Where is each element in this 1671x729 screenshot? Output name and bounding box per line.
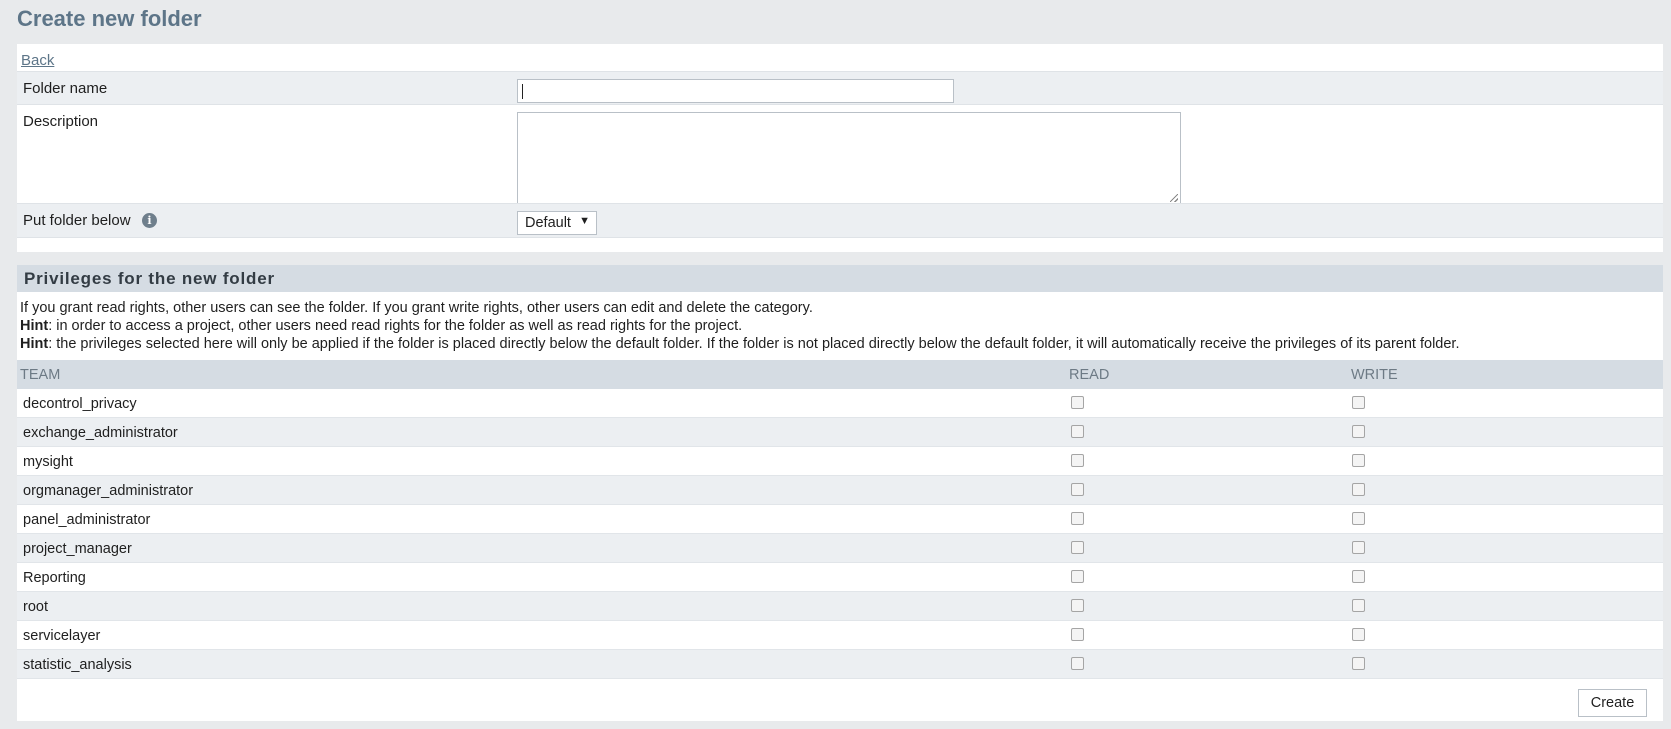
read-checkbox[interactable] bbox=[1071, 425, 1084, 438]
privileges-table-header: TEAM READ WRITE bbox=[17, 360, 1663, 389]
write-checkbox[interactable] bbox=[1352, 628, 1365, 641]
table-row: decontrol_privacy bbox=[17, 389, 1663, 418]
write-checkbox[interactable] bbox=[1352, 570, 1365, 583]
resize-grip-icon[interactable] bbox=[1170, 194, 1178, 202]
folder-name-label: Folder name bbox=[23, 80, 108, 97]
parent-folder-selected: Default bbox=[525, 215, 571, 231]
privileges-intro: If you grant read rights, other users ca… bbox=[20, 300, 813, 316]
table-row: Reporting bbox=[17, 563, 1663, 592]
team-name: exchange_administrator bbox=[23, 425, 178, 441]
read-checkbox[interactable] bbox=[1071, 454, 1084, 467]
write-checkbox[interactable] bbox=[1352, 599, 1365, 612]
write-checkbox[interactable] bbox=[1352, 657, 1365, 670]
column-write: WRITE bbox=[1351, 367, 1398, 383]
write-checkbox[interactable] bbox=[1352, 541, 1365, 554]
read-checkbox[interactable] bbox=[1071, 541, 1084, 554]
team-name: root bbox=[23, 599, 48, 615]
team-name: mysight bbox=[23, 454, 73, 470]
table-row: statistic_analysis bbox=[17, 650, 1663, 679]
read-checkbox[interactable] bbox=[1071, 628, 1084, 641]
read-checkbox[interactable] bbox=[1071, 396, 1084, 409]
description-textarea[interactable] bbox=[517, 112, 1181, 205]
privileges-header: Privileges for the new folder bbox=[17, 265, 1663, 292]
folder-name-row: Folder name bbox=[17, 71, 1663, 105]
table-row: root bbox=[17, 592, 1663, 621]
read-checkbox[interactable] bbox=[1071, 599, 1084, 612]
folder-name-input[interactable] bbox=[517, 79, 954, 103]
read-checkbox[interactable] bbox=[1071, 512, 1084, 525]
read-checkbox[interactable] bbox=[1071, 657, 1084, 670]
parent-folder-select[interactable]: Default ▼ bbox=[517, 211, 597, 235]
team-name: project_manager bbox=[23, 541, 132, 557]
info-icon[interactable]: i bbox=[142, 213, 157, 228]
hint-label: Hint bbox=[20, 318, 49, 334]
team-name: decontrol_privacy bbox=[23, 396, 137, 412]
privileges-panel: Privileges for the new folder If you gra… bbox=[17, 265, 1663, 721]
team-name: statistic_analysis bbox=[23, 657, 132, 673]
back-link[interactable]: Back bbox=[21, 52, 54, 69]
table-row: orgmanager_administrator bbox=[17, 476, 1663, 505]
description-row: Description bbox=[17, 105, 1663, 205]
team-name: orgmanager_administrator bbox=[23, 483, 194, 499]
write-checkbox[interactable] bbox=[1352, 396, 1365, 409]
page-title: Create new folder bbox=[17, 6, 202, 31]
hint-line-2: Hint: the privileges selected here will … bbox=[20, 336, 1460, 352]
column-read: READ bbox=[1069, 367, 1110, 383]
read-checkbox[interactable] bbox=[1071, 570, 1084, 583]
hint-label: Hint bbox=[20, 336, 49, 352]
description-label: Description bbox=[23, 113, 99, 130]
write-checkbox[interactable] bbox=[1352, 512, 1365, 525]
hint-line-1: Hint: in order to access a project, othe… bbox=[20, 318, 742, 334]
write-checkbox[interactable] bbox=[1352, 425, 1365, 438]
put-below-label: Put folder below bbox=[23, 212, 131, 229]
back-row: Back bbox=[17, 44, 1663, 71]
column-team: TEAM bbox=[20, 367, 61, 383]
chevron-down-icon: ▼ bbox=[579, 215, 590, 227]
table-row: mysight bbox=[17, 447, 1663, 476]
table-row: panel_administrator bbox=[17, 505, 1663, 534]
create-button[interactable]: Create bbox=[1578, 689, 1647, 717]
team-name: Reporting bbox=[23, 570, 86, 586]
read-checkbox[interactable] bbox=[1071, 483, 1084, 496]
hint-text-1: : in order to access a project, other us… bbox=[48, 318, 743, 334]
hint-text-2: : the privileges selected here will only… bbox=[48, 336, 1460, 352]
text-cursor bbox=[522, 84, 523, 99]
write-checkbox[interactable] bbox=[1352, 483, 1365, 496]
table-row: exchange_administrator bbox=[17, 418, 1663, 447]
team-name: panel_administrator bbox=[23, 512, 151, 528]
table-row: servicelayer bbox=[17, 621, 1663, 650]
table-row: project_manager bbox=[17, 534, 1663, 563]
folder-form: Back Folder name Description Put folder … bbox=[17, 44, 1663, 252]
write-checkbox[interactable] bbox=[1352, 454, 1365, 467]
team-name: servicelayer bbox=[23, 628, 101, 644]
put-below-row: Put folder below i Default ▼ bbox=[17, 203, 1663, 238]
